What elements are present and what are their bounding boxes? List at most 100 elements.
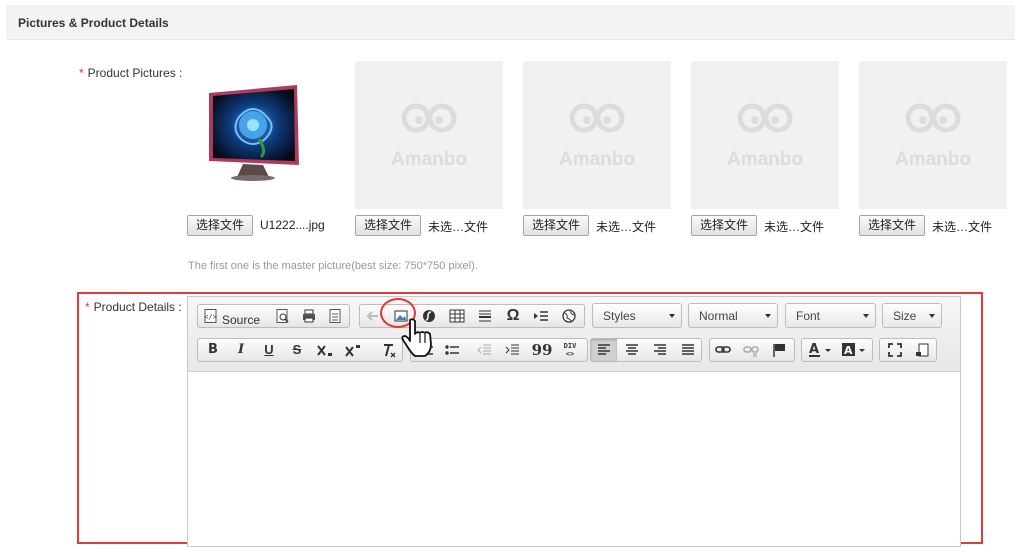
toolbar-group-align xyxy=(590,338,702,362)
table-icon xyxy=(449,309,465,323)
svg-text:</>: </> xyxy=(204,313,217,321)
product-pictures-label-text: Product Pictures : xyxy=(87,66,183,80)
file-name: 未选…文件 xyxy=(428,220,489,234)
horizontal-rule-button[interactable] xyxy=(472,305,498,327)
bold-button[interactable]: B xyxy=(200,339,226,361)
page-break-button[interactable] xyxy=(528,305,554,327)
bulleted-list-button[interactable] xyxy=(439,339,465,361)
text-color-icon: A xyxy=(809,342,831,357)
product-picture-1[interactable] xyxy=(187,61,335,209)
preview-button[interactable] xyxy=(270,305,296,327)
iframe-button[interactable] xyxy=(556,305,582,327)
align-right-icon xyxy=(654,344,666,355)
align-center-button[interactable] xyxy=(619,339,645,361)
choose-file-button[interactable]: 选择文件 xyxy=(187,215,254,236)
horizontal-line-icon xyxy=(479,310,491,322)
toolbar-group-tools xyxy=(879,338,937,362)
product-picture-4[interactable]: Amanbo xyxy=(691,61,839,209)
source-icon: </> xyxy=(204,309,217,323)
link-button[interactable] xyxy=(710,339,736,361)
required-mark: * xyxy=(79,66,84,80)
maximize-icon xyxy=(888,343,902,357)
anchor-button[interactable] xyxy=(766,339,792,361)
svg-text:Amanbo: Amanbo xyxy=(895,149,971,170)
globe-icon xyxy=(562,309,576,323)
text-color-button[interactable]: A xyxy=(804,339,836,361)
preview-icon xyxy=(276,309,289,323)
arrow-left-icon xyxy=(366,311,378,321)
align-left-icon xyxy=(598,344,610,355)
subscript-icon xyxy=(317,345,332,356)
svg-text:Amanbo: Amanbo xyxy=(727,149,803,170)
section-title: Pictures & Product Details xyxy=(18,16,169,30)
indent-icon xyxy=(505,344,519,355)
file-name: 未选…文件 xyxy=(764,220,825,234)
amanbo-placeholder-icon: Amanbo xyxy=(727,103,803,170)
superscript-icon xyxy=(345,345,360,357)
svg-text:Amanbo: Amanbo xyxy=(391,149,467,170)
strikethrough-button[interactable]: S xyxy=(284,339,310,361)
show-blocks-button[interactable] xyxy=(909,339,935,361)
flag-icon xyxy=(773,344,785,357)
justify-button[interactable] xyxy=(675,339,701,361)
editor-toolbar: </> Source Ω Styles Normal Font Size B I… xyxy=(188,297,960,372)
blockquote-button[interactable]: 99 xyxy=(529,339,555,361)
product-pictures-label: * Product Pictures : xyxy=(79,66,182,80)
chevron-down-icon xyxy=(765,314,771,318)
product-picture-3[interactable]: Amanbo xyxy=(523,61,671,209)
tv-image xyxy=(209,85,299,181)
templates-button[interactable] xyxy=(322,305,348,327)
rich-text-editor: </> Source Ω Styles Normal Font Size B I… xyxy=(187,296,961,547)
align-center-icon xyxy=(626,344,638,355)
indent-button[interactable] xyxy=(499,339,525,361)
format-dropdown[interactable]: Normal xyxy=(688,303,778,328)
omega-icon: Ω xyxy=(506,307,520,324)
page-break-icon xyxy=(534,311,548,321)
link-icon xyxy=(715,346,731,353)
amanbo-placeholder-icon: Amanbo xyxy=(391,103,467,170)
underline-button[interactable]: U xyxy=(256,339,282,361)
div-container-button[interactable]: DIV <> xyxy=(557,339,583,361)
justify-icon xyxy=(682,344,694,355)
required-mark: * xyxy=(85,300,90,314)
print-button[interactable] xyxy=(296,305,322,327)
toolbar-group-colors: A A xyxy=(801,338,873,362)
italic-button[interactable]: I xyxy=(228,339,254,361)
outdent-icon xyxy=(477,344,491,355)
toolbar-group-links xyxy=(709,338,795,362)
chevron-down-icon xyxy=(929,314,935,318)
table-button[interactable] xyxy=(444,305,470,327)
font-dropdown[interactable]: Font xyxy=(785,303,876,328)
choose-file-button[interactable]: 选择文件 xyxy=(691,215,758,236)
file-name: U1222....jpg xyxy=(260,218,325,232)
choose-file-button[interactable]: 选择文件 xyxy=(523,215,590,236)
unlink-icon xyxy=(743,346,759,358)
product-details-label: * Product Details : xyxy=(85,300,182,314)
svg-text:A: A xyxy=(809,342,819,357)
product-picture-2[interactable]: Amanbo xyxy=(355,61,503,209)
toolbar-group-basicstyles: B I U S xyxy=(197,338,403,362)
amanbo-placeholder-icon: Amanbo xyxy=(559,103,635,170)
show-blocks-icon xyxy=(916,343,929,357)
choose-file-button[interactable]: 选择文件 xyxy=(355,215,422,236)
outdent-button[interactable] xyxy=(471,339,497,361)
maximize-button[interactable] xyxy=(882,339,908,361)
size-dropdown[interactable]: Size xyxy=(882,303,942,328)
document-icon xyxy=(329,309,341,323)
align-left-button[interactable] xyxy=(591,339,617,361)
product-picture-5[interactable]: Amanbo xyxy=(859,61,1007,209)
file-name: 未选…文件 xyxy=(932,220,993,234)
remove-format-button[interactable] xyxy=(376,339,402,361)
background-color-button[interactable]: A xyxy=(838,339,870,361)
special-char-button[interactable]: Ω xyxy=(500,305,526,327)
unlink-button[interactable] xyxy=(738,339,764,361)
print-icon xyxy=(303,309,315,323)
choose-file-button[interactable]: 选择文件 xyxy=(859,215,926,236)
editor-content-area[interactable] xyxy=(188,372,960,546)
styles-dropdown[interactable]: Styles xyxy=(592,303,682,328)
source-button[interactable]: </> Source xyxy=(198,305,268,327)
subscript-button[interactable] xyxy=(312,339,338,361)
align-right-button[interactable] xyxy=(647,339,673,361)
superscript-button[interactable] xyxy=(340,339,366,361)
clear-format-icon xyxy=(384,344,396,358)
